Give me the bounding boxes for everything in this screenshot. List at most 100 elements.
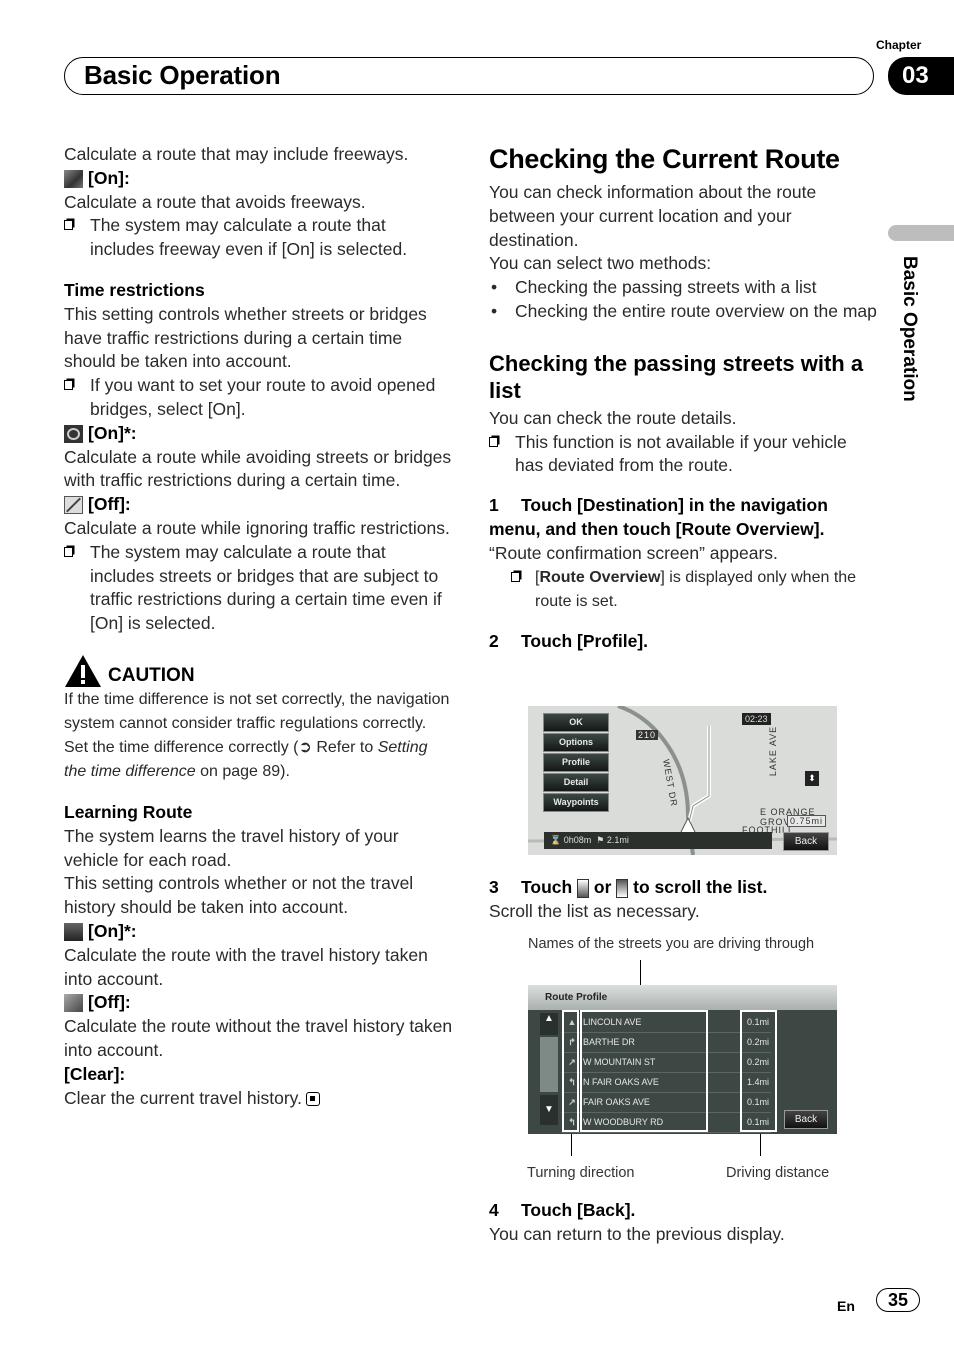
caption-driving-distance: Driving distance [726,1165,830,1181]
step-number: 2 [489,630,499,651]
step-2: 2 Touch [Profile]. [489,630,879,654]
page-number: 35 [876,1288,920,1312]
time-off-option: [Off]: [64,493,454,517]
clear-desc: Clear the current travel history. [64,1087,454,1111]
learning-off-option: [Off]: [64,991,454,1015]
time-restriction-on-icon [64,424,83,443]
map-menu-detail-button[interactable]: Detail [543,773,609,792]
learning-desc-1: The system learns the travel history of … [64,825,399,870]
note: The system may calculate a route that in… [64,541,454,636]
street-label: LAKE AVE [768,725,779,777]
note-icon [64,546,73,557]
learning-off-desc: Calculate the route without the travel h… [64,1016,453,1060]
caution-heading: CAUTION [64,654,454,688]
note: This function is not available if your v… [489,431,879,479]
direction-callout-box [562,1010,579,1132]
step-text: to scroll the list. [628,877,768,897]
right-column: Checking the Current Route You can check… [489,143,879,653]
side-tab-label: Basic Operation [899,256,920,402]
note-text: The system may calculate a route that in… [90,541,442,634]
warning-icon [65,654,101,687]
time-restriction-off-icon [64,496,83,515]
learning-route-off-icon [64,994,83,1013]
step-text: Touch [Profile]. [521,630,649,651]
note-text: If you want to set your route to avoid o… [90,375,436,419]
note-text: The system may calculate a route that in… [90,215,408,260]
option-label: [On]*: [88,422,137,443]
remaining-distance: 2.1mi [606,835,629,845]
method-item: Checking the entire route overview on th… [489,300,879,324]
step-3-result: Scroll the list as necessary. [489,900,700,921]
note-bold: Route Overview [539,568,661,586]
step-3-block: 3 Touch or to scroll the list. Scroll the… [489,876,879,924]
step-1: 1 Touch [Destination] in the navigation m… [489,494,879,542]
sub-heading: Checking the passing streets with a list [489,350,864,403]
distance-callout-box [740,1010,777,1132]
scroll-down-icon [616,878,629,898]
step-text: Touch [521,877,578,897]
map-back-button[interactable]: Back [783,832,829,851]
learning-on-desc: Calculate the route with the travel hist… [64,944,428,989]
freeway-off-desc: Calculate a route that may include freew… [64,144,409,164]
route-status-bar: ⌛ 0h08m ⚑ 2.1mi [544,832,772,849]
section-title: Basic Operation [84,60,281,90]
caution-title: CAUTION [108,665,195,687]
time-on-desc: Calculate a route while avoiding streets… [64,446,452,491]
time-off-desc: Calculate a route while ignoring traffic… [64,517,450,538]
map-menu-profile-button[interactable]: Profile [543,753,609,772]
scrollbar-track[interactable] [540,1037,558,1092]
map-clock: 02:23 [742,713,771,725]
remaining-time: 0h08m [563,835,592,845]
map-menu-waypoints-button[interactable]: Waypoints [543,793,609,812]
left-column: Calculate a route that may include freew… [64,143,454,1110]
option-label: [On]: [88,167,130,188]
scroll-up-button[interactable]: ▲ [540,1013,558,1035]
step-number: 3 [489,877,499,897]
chapter-number: 03 [888,57,954,95]
caption-turning-direction: Turning direction [527,1165,635,1181]
option-label: [Off]: [88,992,131,1013]
step-4-result: You can return to the previous display. [489,1223,785,1244]
caution-text: If the time difference is not set correc… [64,688,454,784]
end-of-section-icon [305,1091,320,1106]
option-label: [Off]: [88,494,131,515]
note-text: This function is not available if your v… [515,431,847,476]
method-item: Checking the passing streets with a list [489,276,879,300]
step-1-result: “Route confirmation screen” appears. [489,542,778,563]
callout-leader [571,1134,572,1156]
note: [Route Overview] is displayed only when … [489,566,879,614]
caption-street-names: Names of the streets you are driving thr… [528,936,815,952]
scroll-up-icon [577,878,590,898]
freeway-on-option: [On]: [64,167,454,191]
scroll-down-button[interactable]: ▼ [540,1095,558,1125]
map-menu-options-button[interactable]: Options [543,733,609,752]
step-number: 4 [489,1200,499,1220]
learning-desc-2: This setting controls whether or not the… [64,873,414,918]
note-icon [64,380,73,391]
intro: You can check information about the rout… [489,182,817,250]
note-icon [64,220,73,231]
sub-intro: You can check the route details. [489,407,737,428]
methods-intro: You can select two methods: [489,253,712,274]
street-callout-box [580,1010,708,1132]
learning-route-heading: Learning Route [64,801,193,822]
profile-back-button[interactable]: Back [784,1110,828,1129]
time-restrictions-desc: This setting controls whether streets or… [64,303,427,372]
step-number: 1 [489,495,499,516]
note-icon [489,436,498,447]
freeway-on-desc: Calculate a route that avoids freeways. [64,191,366,212]
step-4-block: 4 Touch [Back]. You can return to the pre… [489,1199,879,1247]
caution-text-part: on page 89). [195,762,290,780]
map-menu-ok-button[interactable]: OK [543,713,609,732]
language-label: En [837,1298,855,1314]
route-profile-screenshot: Route Profile ▲ ▼ ▲ LINCOLN AVE 0.1mi ↱ BART… [528,985,837,1134]
time-on-option: [On]*: [64,422,454,446]
option-label: [On]*: [88,920,137,941]
note-icon [511,571,520,582]
step-4: 4 Touch [Back]. [489,1199,879,1223]
page-heading: Checking the Current Route [489,144,840,174]
time-restrictions-heading: Time restrictions [64,279,205,300]
compass-icon[interactable]: ⬍ [805,771,819,786]
step-text: Touch [Destination] in the navigation me… [489,495,828,539]
map-scale: 0.75mi [787,815,827,827]
